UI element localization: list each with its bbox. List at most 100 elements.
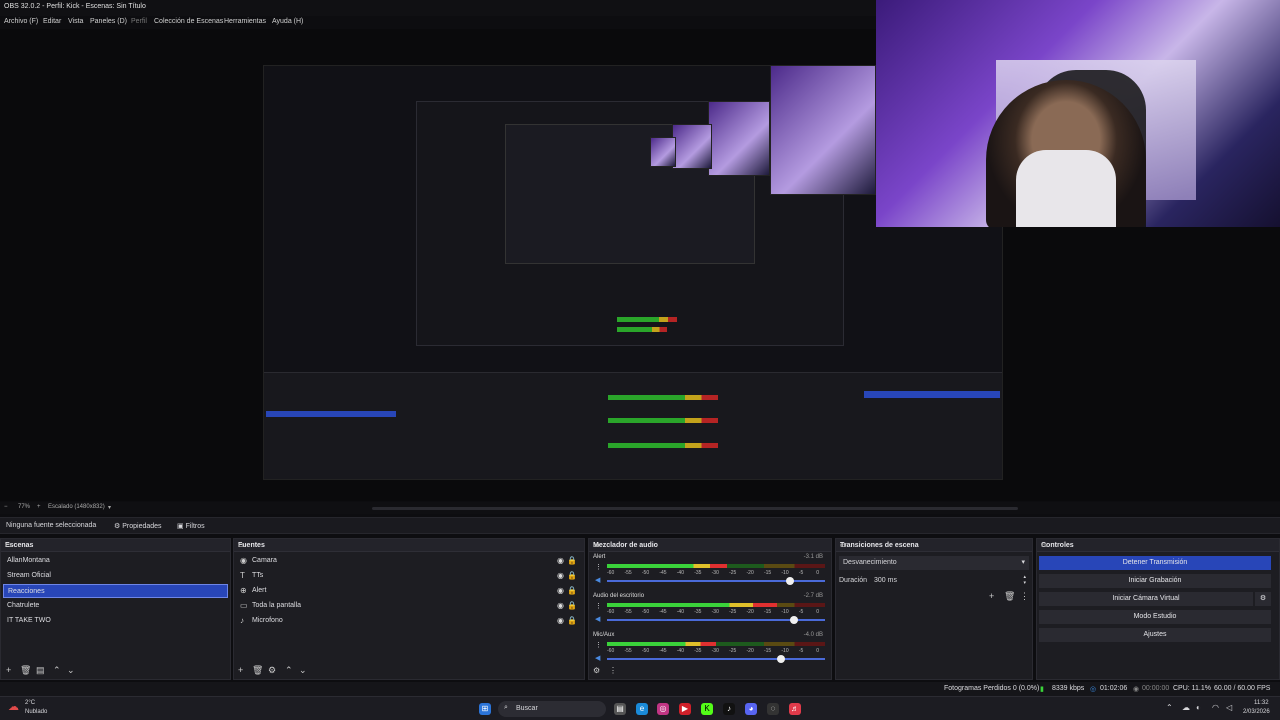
volume-knob[interactable]: [786, 577, 795, 585]
volume-slider[interactable]: [607, 655, 825, 663]
volume-knob[interactable]: [777, 655, 786, 663]
studio-mode-button[interactable]: Modo Estudio: [1039, 610, 1271, 624]
obs-icon[interactable]: ◌: [767, 703, 779, 715]
volume-icon[interactable]: ◁: [1226, 703, 1232, 712]
scale-mode[interactable]: Escalado (1480x832): [48, 504, 105, 510]
cloud-icon[interactable]: ☁: [1182, 703, 1190, 712]
wifi-icon[interactable]: ◠: [1212, 703, 1219, 712]
source-properties-icon[interactable]: ⚙: [268, 665, 276, 676]
menu-paneles[interactable]: Paneles (D): [90, 18, 127, 25]
menu-coleccion[interactable]: Colección de Escenas: [154, 18, 223, 25]
visibility-icon[interactable]: ◉: [557, 571, 564, 580]
duration-input[interactable]: 300 ms ▴ ▾: [870, 574, 1030, 587]
add-transition-button[interactable]: +: [989, 591, 994, 601]
scene-item[interactable]: IT TAKE TWO: [3, 614, 228, 628]
duration-label: Duración: [839, 577, 868, 584]
volume-knob[interactable]: [790, 616, 799, 624]
discord-icon[interactable]: ◕: [745, 703, 757, 715]
clock-time[interactable]: 11:32: [1254, 700, 1269, 706]
tiktok-icon[interactable]: ♪: [723, 703, 735, 715]
menu-perfil[interactable]: Perfil: [131, 18, 147, 25]
app-icon[interactable]: ♬: [789, 703, 801, 715]
visibility-icon[interactable]: ◉: [557, 556, 564, 565]
channel-menu-icon[interactable]: ⋮: [595, 602, 602, 610]
virtual-camera-settings-icon[interactable]: ⚙: [1255, 592, 1271, 606]
start-virtual-camera-button[interactable]: Iniciar Cámara Virtual: [1039, 592, 1253, 606]
scale-chevron-icon[interactable]: ▾: [108, 504, 111, 511]
menu-archivo[interactable]: Archivo (F): [4, 18, 38, 25]
move-down-icon[interactable]: ⌄: [299, 665, 307, 676]
scene-item[interactable]: Chatrulete: [3, 599, 228, 613]
stream-icon: ◎: [1090, 686, 1097, 693]
zoom-out-button[interactable]: −: [4, 504, 8, 510]
edge-icon[interactable]: e: [636, 703, 648, 715]
kick-icon[interactable]: K: [701, 703, 713, 715]
scene-item[interactable]: AllanMontana: [3, 554, 228, 568]
dock-menu-icon[interactable]: ▭: [840, 541, 1028, 549]
lock-icon[interactable]: 🔒: [567, 571, 577, 580]
lock-icon[interactable]: 🔒: [567, 556, 577, 565]
volume-slider[interactable]: [607, 616, 825, 624]
volume-slider[interactable]: [607, 577, 825, 585]
clock-date[interactable]: 2/03/2026: [1243, 709, 1270, 715]
meter-tick-label: -45: [659, 609, 667, 615]
lock-icon[interactable]: 🔒: [567, 601, 577, 610]
speaker-icon[interactable]: ◀: [595, 654, 600, 662]
meter-fill: [607, 564, 727, 568]
source-item[interactable]: ▭ Toda la pantalla ◉ 🔒: [236, 599, 582, 613]
transition-menu-icon[interactable]: ⋮: [1020, 591, 1029, 602]
transition-select[interactable]: Desvanecimiento ▾: [839, 556, 1029, 570]
youtube-icon[interactable]: ▶: [679, 703, 691, 715]
channel-menu-icon[interactable]: ⋮: [595, 563, 602, 571]
visibility-icon[interactable]: ◉: [557, 601, 564, 610]
tray-chevron-icon[interactable]: ⌃: [1166, 703, 1173, 712]
advanced-audio-icon[interactable]: ⚙: [593, 666, 600, 675]
source-item[interactable]: T TTs ◉ 🔒: [236, 569, 582, 583]
stepper-icon[interactable]: ▴ ▾: [1023, 574, 1026, 586]
tray-app-icon[interactable]: ◐: [1196, 703, 1201, 712]
move-down-icon[interactable]: ⌄: [67, 665, 75, 676]
instagram-icon[interactable]: ◎: [657, 703, 669, 715]
speaker-icon[interactable]: ◀: [595, 576, 600, 584]
source-item[interactable]: ⊕ Alert ◉ 🔒: [236, 584, 582, 598]
move-up-icon[interactable]: ⌃: [285, 665, 293, 676]
source-item[interactable]: ♪ Microfono ◉ 🔒: [236, 614, 582, 628]
speaker-icon[interactable]: ◀: [595, 615, 600, 623]
scene-item-selected[interactable]: Reacciones: [3, 584, 228, 598]
remove-scene-icon[interactable]: 🗑: [20, 665, 31, 676]
settings-button[interactable]: Ajustes: [1039, 628, 1271, 642]
lock-icon[interactable]: 🔒: [567, 586, 577, 595]
file-explorer-icon[interactable]: ▤: [614, 703, 626, 715]
windows-start-icon[interactable]: ⊞: [479, 703, 491, 715]
filters-button[interactable]: ▣ Filtros: [177, 522, 205, 530]
scene-item[interactable]: Stream Oficial: [3, 569, 228, 583]
filters-icon[interactable]: ▤: [36, 665, 45, 676]
lock-icon[interactable]: 🔒: [567, 616, 577, 625]
zoom-in-button[interactable]: +: [37, 504, 41, 510]
dock-menu-icon[interactable]: ▭: [5, 541, 226, 549]
source-item[interactable]: ◉ Camara ◉ 🔒: [236, 554, 582, 568]
visibility-icon[interactable]: ◉: [557, 616, 564, 625]
dock-menu-icon[interactable]: ▭: [238, 541, 580, 549]
menu-editar[interactable]: Editar: [43, 18, 61, 25]
channel-menu-icon[interactable]: ⋮: [595, 641, 602, 649]
dock-menu-icon[interactable]: ▭: [593, 541, 827, 549]
preview-scrollbar[interactable]: [372, 507, 1018, 510]
menu-herramientas[interactable]: Herramientas: [224, 18, 266, 25]
taskbar-search[interactable]: ⌕ Buscar: [498, 701, 606, 717]
add-source-button[interactable]: +: [238, 665, 243, 675]
fps: 60.00 / 60.00 FPS: [1214, 685, 1271, 692]
dock-menu-icon[interactable]: ▭: [1041, 541, 1275, 549]
mixer-menu-icon[interactable]: ⋮: [609, 666, 617, 675]
menu-vista[interactable]: Vista: [68, 18, 83, 25]
menu-ayuda[interactable]: Ayuda (H): [272, 18, 303, 25]
add-scene-button[interactable]: +: [6, 665, 11, 675]
remove-source-icon[interactable]: 🗑: [252, 665, 263, 676]
meter-tick-label: -30: [711, 648, 719, 654]
start-recording-button[interactable]: Iniciar Grabación: [1039, 574, 1271, 588]
move-up-icon[interactable]: ⌃: [53, 665, 61, 676]
properties-button[interactable]: ⚙ Propiedades: [114, 522, 162, 530]
stop-streaming-button[interactable]: Detener Transmisión: [1039, 556, 1271, 570]
visibility-icon[interactable]: ◉: [557, 586, 564, 595]
remove-transition-icon[interactable]: 🗑: [1004, 591, 1015, 602]
